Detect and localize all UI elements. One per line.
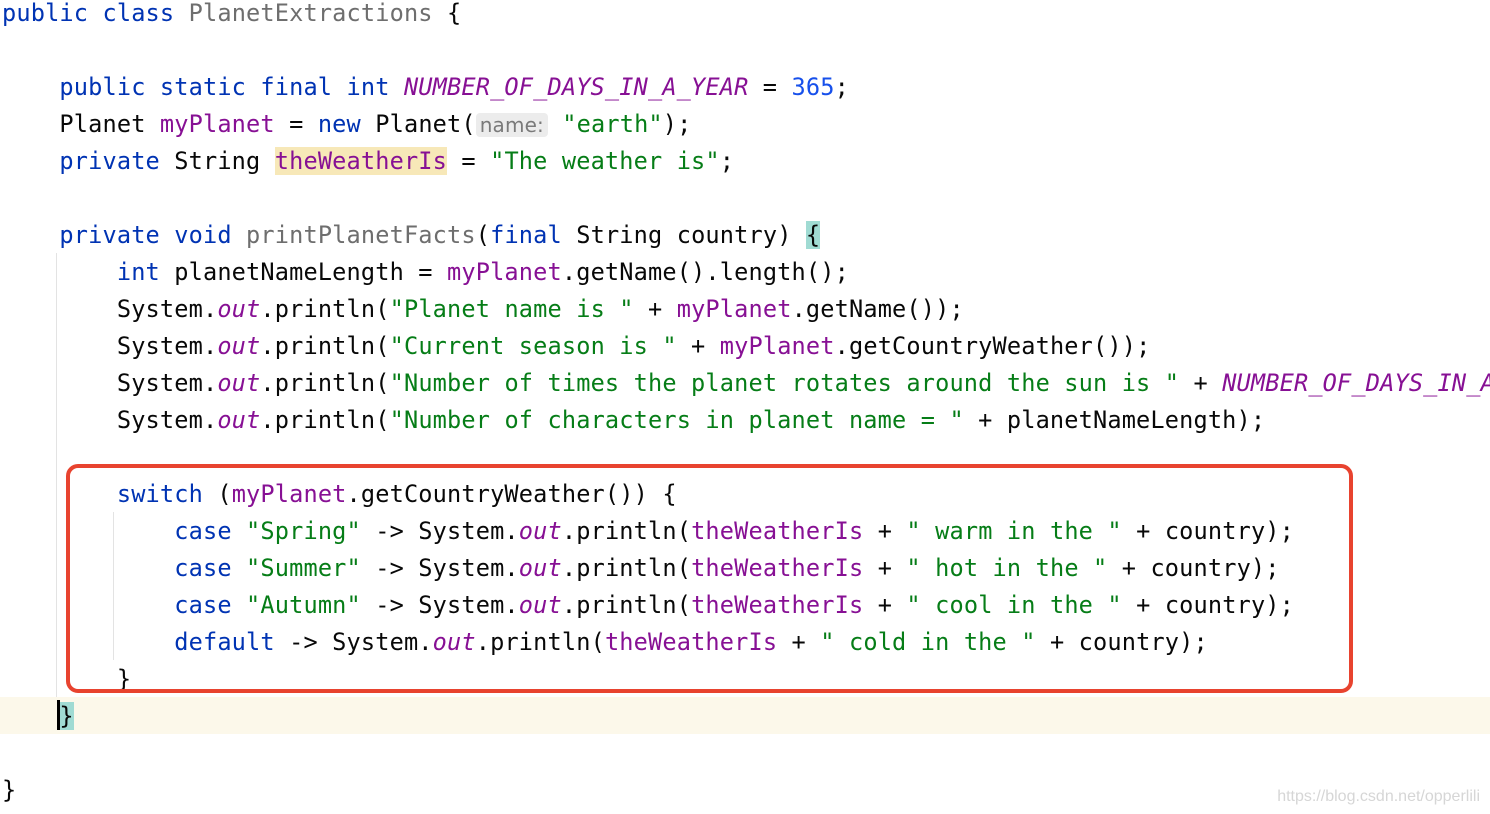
code-text: .println( [260,332,390,360]
keyword: final [490,221,577,249]
keyword: public static final int [59,73,404,101]
field-ref: myPlanet [719,332,835,360]
code-text: .println( [260,295,390,323]
code-line[interactable] [2,32,1490,69]
code-line[interactable] [2,735,1490,772]
string-literal: "Number of times the planet rotates arou… [389,369,1180,397]
static-field-ref: out [217,295,261,323]
text-caret [57,700,60,730]
matched-brace: { [805,221,821,249]
matched-brace: } [59,702,74,730]
highlighted-field: theWeatherIs [274,147,448,175]
code-text: ( [475,221,491,249]
code-text: + [676,332,720,360]
string-literal: "earth" [547,110,663,138]
code-text: } [2,776,17,804]
code-text: .println( [260,406,390,434]
static-field-ref: out [217,332,261,360]
number-literal: 365 [791,73,835,101]
code-line[interactable] [2,180,1490,217]
keyword: new [317,110,376,138]
keyword: public class [2,0,189,27]
annotation-box-switch [66,464,1353,693]
code-text: + planetNameLength); [963,406,1266,434]
unused-identifier: PlanetExtractions [188,0,433,27]
code-text: ); [662,110,692,138]
code-line[interactable]: System.out.println("Number of times the … [2,365,1490,402]
code-text: System. [2,295,218,323]
code-text: + [1179,369,1223,397]
string-literal: "Current season is " [389,332,677,360]
code-text: = [447,147,491,175]
field-ref: myPlanet [159,110,275,138]
static-field-ref: out [217,369,261,397]
static-field-ref: out [217,406,261,434]
code-text: .getCountryWeather()); [834,332,1151,360]
code-line[interactable]: int planetNameLength = myPlanet.getName(… [2,254,1490,291]
string-literal: "Number of characters in planet name = " [389,406,964,434]
code-line[interactable]: } [2,772,1490,809]
unused-identifier: printPlanetFacts [246,221,476,249]
static-field-ref: NUMBER_OF_DAYS_IN_A_ [1222,369,1490,397]
code-line[interactable]: System.out.println("Planet name is " + m… [2,291,1490,328]
code-text: ; [834,73,849,101]
string-literal: "The weather is" [490,147,720,175]
code-line[interactable]: public static final int NUMBER_OF_DAYS_I… [2,69,1490,106]
code-text: .getName()); [791,295,964,323]
keyword: private [59,147,175,175]
watermark: https://blog.csdn.net/opperlili [1277,788,1480,805]
code-text: { [432,0,462,27]
code-line[interactable]: public class PlanetExtractions { [2,0,1490,32]
code-text: String [174,147,275,175]
code-text: planetNameLength = [174,258,448,286]
static-field-ref: NUMBER_OF_DAYS_IN_A_YEAR [403,73,749,101]
code-line[interactable]: private String theWeatherIs = "The weath… [2,143,1490,180]
code-text: Planet [2,110,160,138]
code-text: = [748,73,792,101]
keyword: int [116,258,175,286]
code-line[interactable]: } [2,698,1490,735]
code-text: System. [2,406,218,434]
code-text: Planet( [375,110,476,138]
string-literal: "Planet name is " [389,295,634,323]
code-text: System. [2,332,218,360]
code-text: + [633,295,677,323]
code-line[interactable]: System.out.println("Number of characters… [2,402,1490,439]
code-text: System. [2,369,218,397]
code-text: .println( [260,369,390,397]
parameter-hint: name: [475,113,548,137]
code-text: ; [719,147,735,175]
keyword: private void [59,221,247,249]
code-line[interactable]: System.out.println("Current season is " … [2,328,1490,365]
field-ref: myPlanet [676,295,792,323]
code-text: String country) [576,221,806,249]
code-line[interactable]: private void printPlanetFacts(final Stri… [2,217,1490,254]
code-text: = [274,110,318,138]
field-ref: myPlanet [447,258,562,286]
code-text: .getName().length(); [561,258,849,286]
code-line[interactable]: Planet myPlanet = new Planet(name: "eart… [2,106,1490,143]
